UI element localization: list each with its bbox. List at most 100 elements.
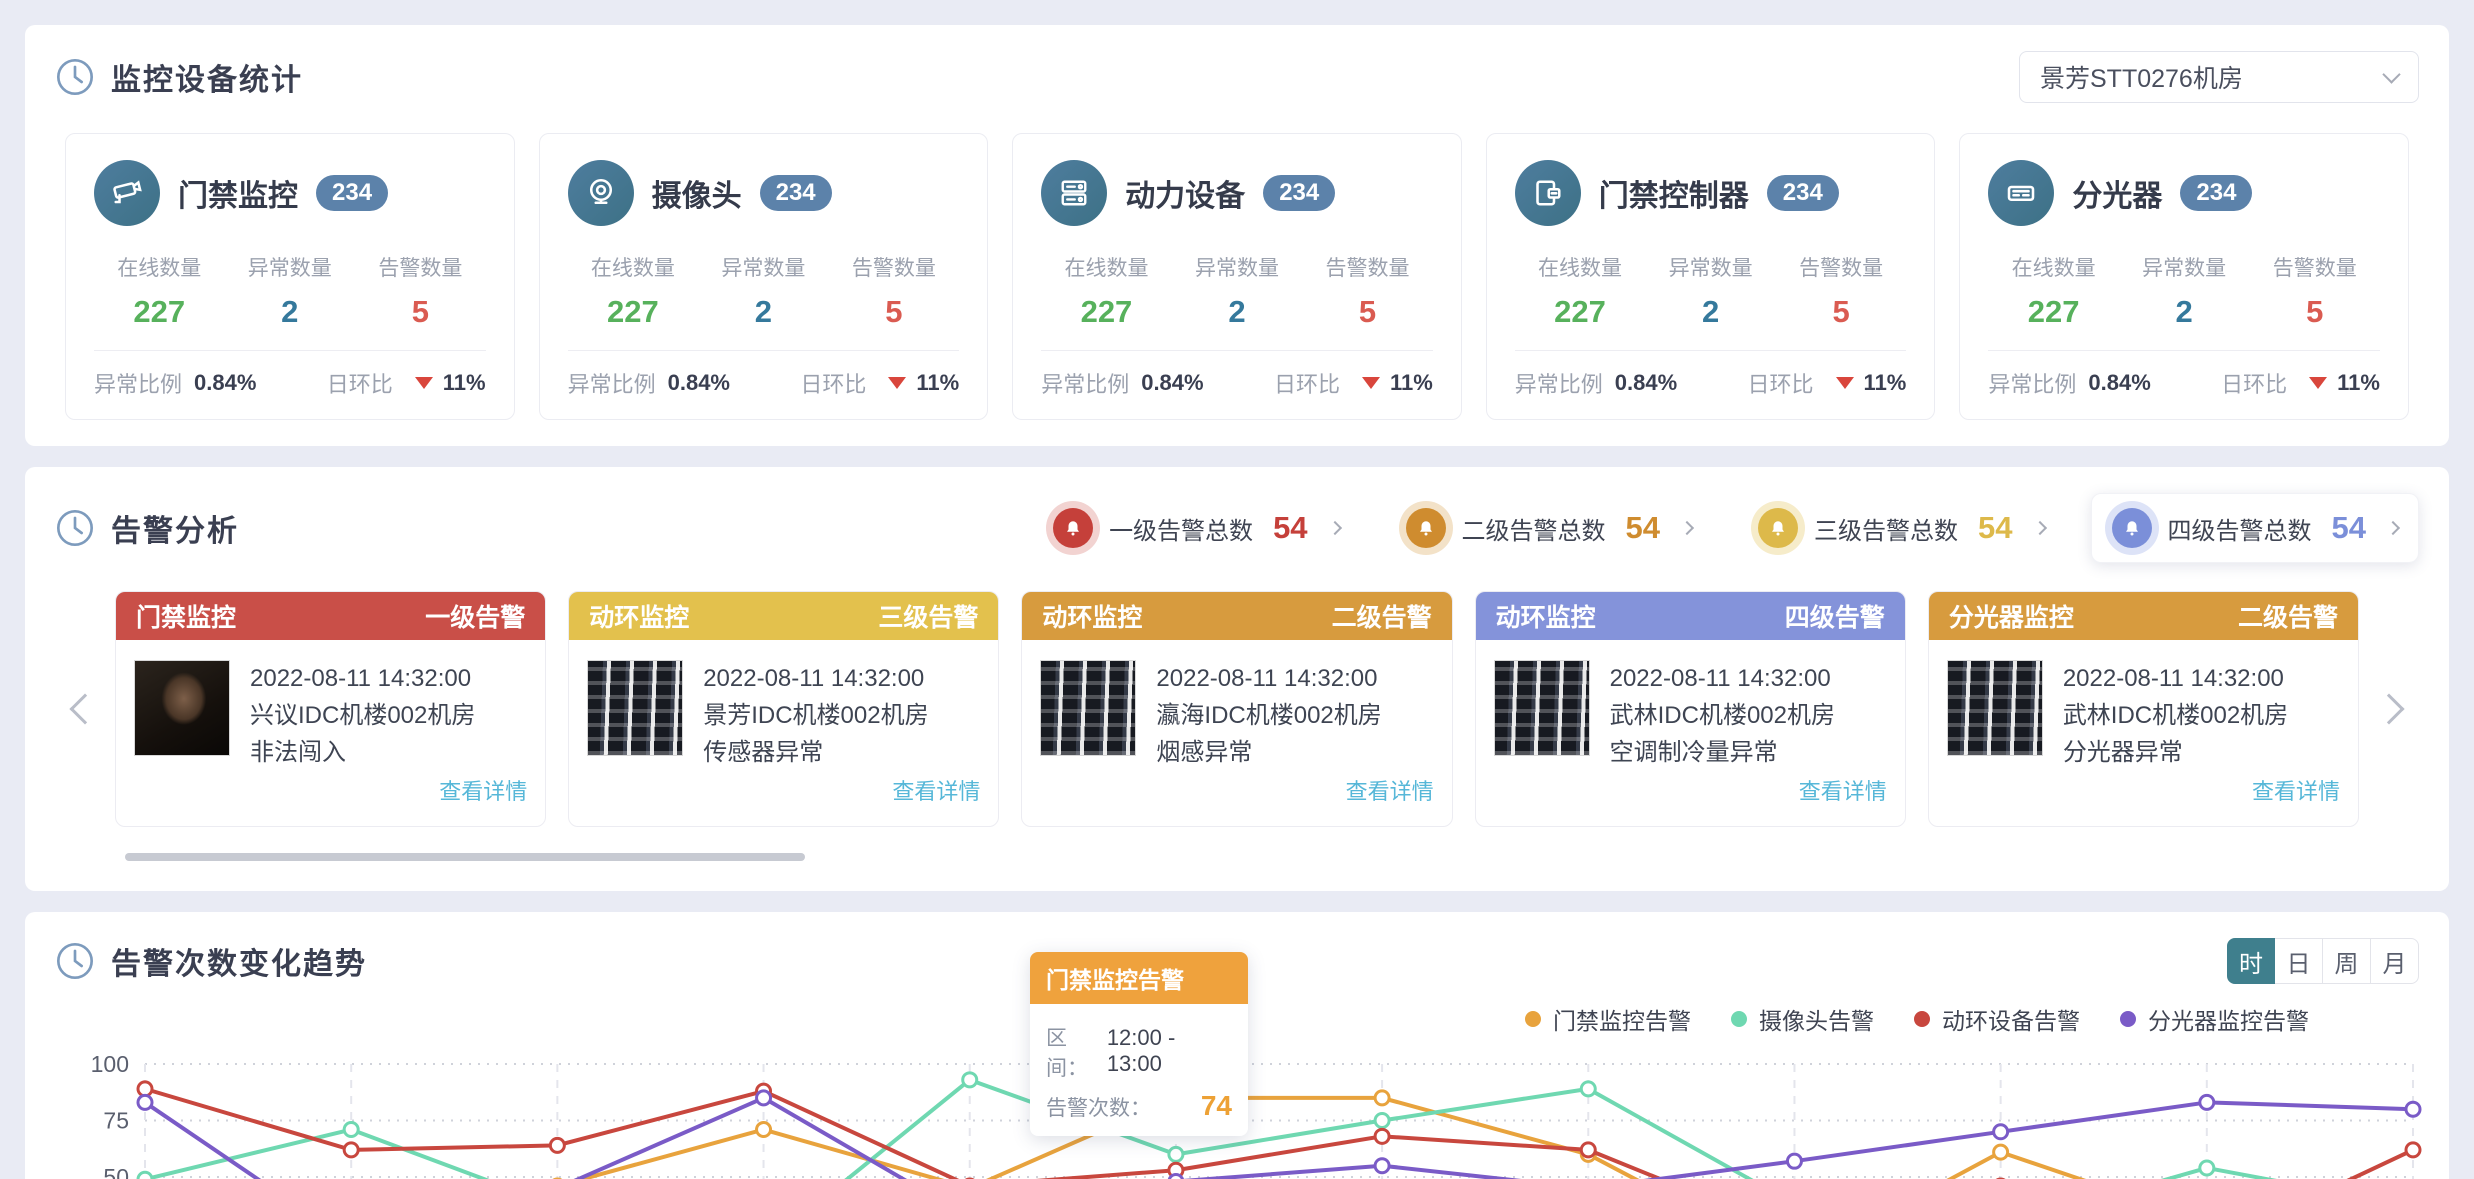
dashboard-page: 监控设备统计 景芳STT0276机房 门禁监控 234 在线数量 227 异常数量… bbox=[0, 0, 2474, 1179]
alarm-level-badges: 一级告警总数 54 二级告警总数 54 三级告警总数 54 四级告警总数 54 bbox=[1033, 493, 2419, 563]
alarm-bell-icon bbox=[1053, 508, 1093, 548]
online-count-value: 227 bbox=[568, 294, 699, 330]
day-over-day-label: 日环比 bbox=[800, 367, 866, 399]
arrow-down-icon bbox=[415, 377, 433, 389]
room-select-value: 景芳STT0276机房 bbox=[2040, 59, 2243, 95]
legend-item[interactable]: 动环设备告警 bbox=[1914, 1002, 2080, 1036]
chevron-right-icon bbox=[2386, 521, 2400, 535]
abnormal-count-label: 异常数量 bbox=[1645, 252, 1776, 282]
abnormal-ratio-value: 0.84% bbox=[1615, 370, 1677, 396]
period-button[interactable]: 周 bbox=[2323, 938, 2371, 984]
view-details-link[interactable]: 查看详情 bbox=[2252, 773, 2340, 810]
abnormal-ratio-value: 0.84% bbox=[194, 370, 256, 396]
svg-text:100: 100 bbox=[91, 1051, 129, 1077]
legend-item[interactable]: 分光器监控告警 bbox=[2120, 1002, 2309, 1036]
period-button[interactable]: 时 bbox=[2227, 938, 2275, 984]
legend-item[interactable]: 门禁监控告警 bbox=[1525, 1002, 1691, 1036]
alarm-cards: 门禁监控 一级告警 2022-08-11 14:32:00 兴议IDC机楼002… bbox=[115, 591, 2359, 827]
legend-item[interactable]: 摄像头告警 bbox=[1731, 1002, 1874, 1036]
abnormal-count-value: 2 bbox=[698, 294, 829, 330]
alarm-count-value: 5 bbox=[1302, 294, 1433, 330]
alarm-level-label: 二级告警总数 bbox=[1462, 511, 1606, 546]
alarm-level: 四级告警 bbox=[1785, 598, 1885, 634]
alarm-count-label: 告警数量 bbox=[355, 252, 486, 282]
svg-text:75: 75 bbox=[103, 1108, 129, 1134]
day-over-day-label: 日环比 bbox=[1274, 367, 1340, 399]
alarm-location: 瀛海IDC机楼002机房 bbox=[1156, 697, 1433, 734]
device-stat-card: 动力设备 234 在线数量227 异常数量2 告警数量5 异常比例 0.84% … bbox=[1012, 133, 1462, 420]
alarm-snapshot-image bbox=[134, 660, 230, 756]
view-details-link[interactable]: 查看详情 bbox=[1346, 773, 1434, 810]
legend-dot-icon bbox=[2120, 1011, 2136, 1027]
alarm-level: 三级告警 bbox=[878, 598, 978, 634]
alarm-count-value: 5 bbox=[1776, 294, 1907, 330]
arrow-down-icon bbox=[1362, 377, 1380, 389]
carousel-next-button[interactable] bbox=[2359, 698, 2419, 720]
alarm-time: 2022-08-11 14:32:00 bbox=[250, 660, 527, 697]
trend-line-chart[interactable]: 02550751008:009:0010:0011:0012:0013:0014… bbox=[83, 1050, 2419, 1179]
abnormal-ratio-label: 异常比例 bbox=[94, 367, 182, 399]
chevron-right-icon bbox=[1680, 521, 1694, 535]
alarm-level: 二级告警 bbox=[1332, 598, 1432, 634]
view-details-link[interactable]: 查看详情 bbox=[439, 773, 527, 810]
day-over-day-label: 日环比 bbox=[1748, 367, 1814, 399]
chevron-right-icon bbox=[2032, 521, 2046, 535]
device-stat-card: 门禁控制器 234 在线数量227 异常数量2 告警数量5 异常比例 0.84%… bbox=[1486, 133, 1936, 420]
online-count-label: 在线数量 bbox=[1515, 252, 1646, 282]
alarm-category: 门禁监控 bbox=[136, 598, 236, 634]
view-details-link[interactable]: 查看详情 bbox=[1799, 773, 1887, 810]
alarm-time: 2022-08-11 14:32:00 bbox=[1156, 660, 1433, 697]
alarm-reason: 分光器异常 bbox=[2063, 734, 2340, 771]
alarm-location: 武林IDC机楼002机房 bbox=[2063, 697, 2340, 734]
carousel-scrollbar[interactable] bbox=[125, 853, 805, 861]
tooltip-range-value: 12:00 - 13:00 bbox=[1107, 1025, 1232, 1077]
clock-icon bbox=[55, 57, 95, 97]
abnormal-ratio-label: 异常比例 bbox=[1041, 367, 1129, 399]
alarm-level-badge[interactable]: 三级告警总数 54 bbox=[1738, 494, 2064, 562]
alarm-reason: 烟感异常 bbox=[1156, 734, 1433, 771]
alarm-reason: 非法闯入 bbox=[250, 734, 527, 771]
period-button[interactable]: 月 bbox=[2371, 938, 2419, 984]
tooltip-title: 门禁监控告警 bbox=[1030, 952, 1248, 1004]
alarm-snapshot-image bbox=[1040, 660, 1136, 756]
alarm-category: 分光器监控 bbox=[1949, 598, 2074, 634]
arrow-down-icon bbox=[888, 377, 906, 389]
period-button[interactable]: 日 bbox=[2275, 938, 2323, 984]
alarm-category: 动环监控 bbox=[589, 598, 689, 634]
alarm-time: 2022-08-11 14:32:00 bbox=[1610, 660, 1887, 697]
alarm-level-badge[interactable]: 一级告警总数 54 bbox=[1033, 494, 1359, 562]
alarm-time: 2022-08-11 14:32:00 bbox=[2063, 660, 2340, 697]
room-select[interactable]: 景芳STT0276机房 bbox=[2019, 51, 2419, 103]
device-total-badge: 234 bbox=[1263, 175, 1335, 211]
abnormal-count-value: 2 bbox=[1645, 294, 1776, 330]
abnormal-count-label: 异常数量 bbox=[1172, 252, 1303, 282]
alarm-trend-section: 告警次数变化趋势 时日周月 门禁监控告警摄像头告警动环设备告警分光器监控告警 0… bbox=[25, 912, 2449, 1179]
arrow-down-icon bbox=[1836, 377, 1854, 389]
alarm-level-label: 三级告警总数 bbox=[1814, 511, 1958, 546]
online-count-label: 在线数量 bbox=[1988, 252, 2119, 282]
arrow-down-icon bbox=[2309, 377, 2327, 389]
tooltip-count-label: 告警次数： bbox=[1046, 1092, 1151, 1122]
day-over-day-value: 11% bbox=[916, 370, 959, 396]
chevron-right-icon bbox=[1327, 521, 1341, 535]
day-over-day-value: 11% bbox=[443, 370, 486, 396]
legend-dot-icon bbox=[1914, 1011, 1930, 1027]
device-stats-section: 监控设备统计 景芳STT0276机房 门禁监控 234 在线数量227 异常数量… bbox=[25, 25, 2449, 446]
day-over-day-label: 日环比 bbox=[327, 367, 393, 399]
splitter-icon bbox=[1988, 160, 2054, 226]
alarm-level-count: 54 bbox=[1273, 510, 1307, 546]
carousel-prev-button[interactable] bbox=[55, 698, 115, 720]
abnormal-count-value: 2 bbox=[2119, 294, 2250, 330]
view-details-link[interactable]: 查看详情 bbox=[892, 773, 980, 810]
day-over-day-value: 11% bbox=[2337, 370, 2380, 396]
alarm-card: 动环监控 四级告警 2022-08-11 14:32:00 武林IDC机楼002… bbox=[1475, 591, 1906, 827]
divider bbox=[1041, 350, 1433, 351]
alarm-level: 一级告警 bbox=[425, 598, 525, 634]
power-rack-icon bbox=[1041, 160, 1107, 226]
legend-label: 摄像头告警 bbox=[1759, 1002, 1874, 1036]
alarm-level: 二级告警 bbox=[2238, 598, 2338, 634]
day-over-day-value: 11% bbox=[1864, 370, 1907, 396]
device-stats-title: 监控设备统计 bbox=[111, 55, 303, 99]
alarm-level-badge[interactable]: 四级告警总数 54 bbox=[2091, 493, 2419, 563]
alarm-level-badge[interactable]: 二级告警总数 54 bbox=[1386, 494, 1712, 562]
